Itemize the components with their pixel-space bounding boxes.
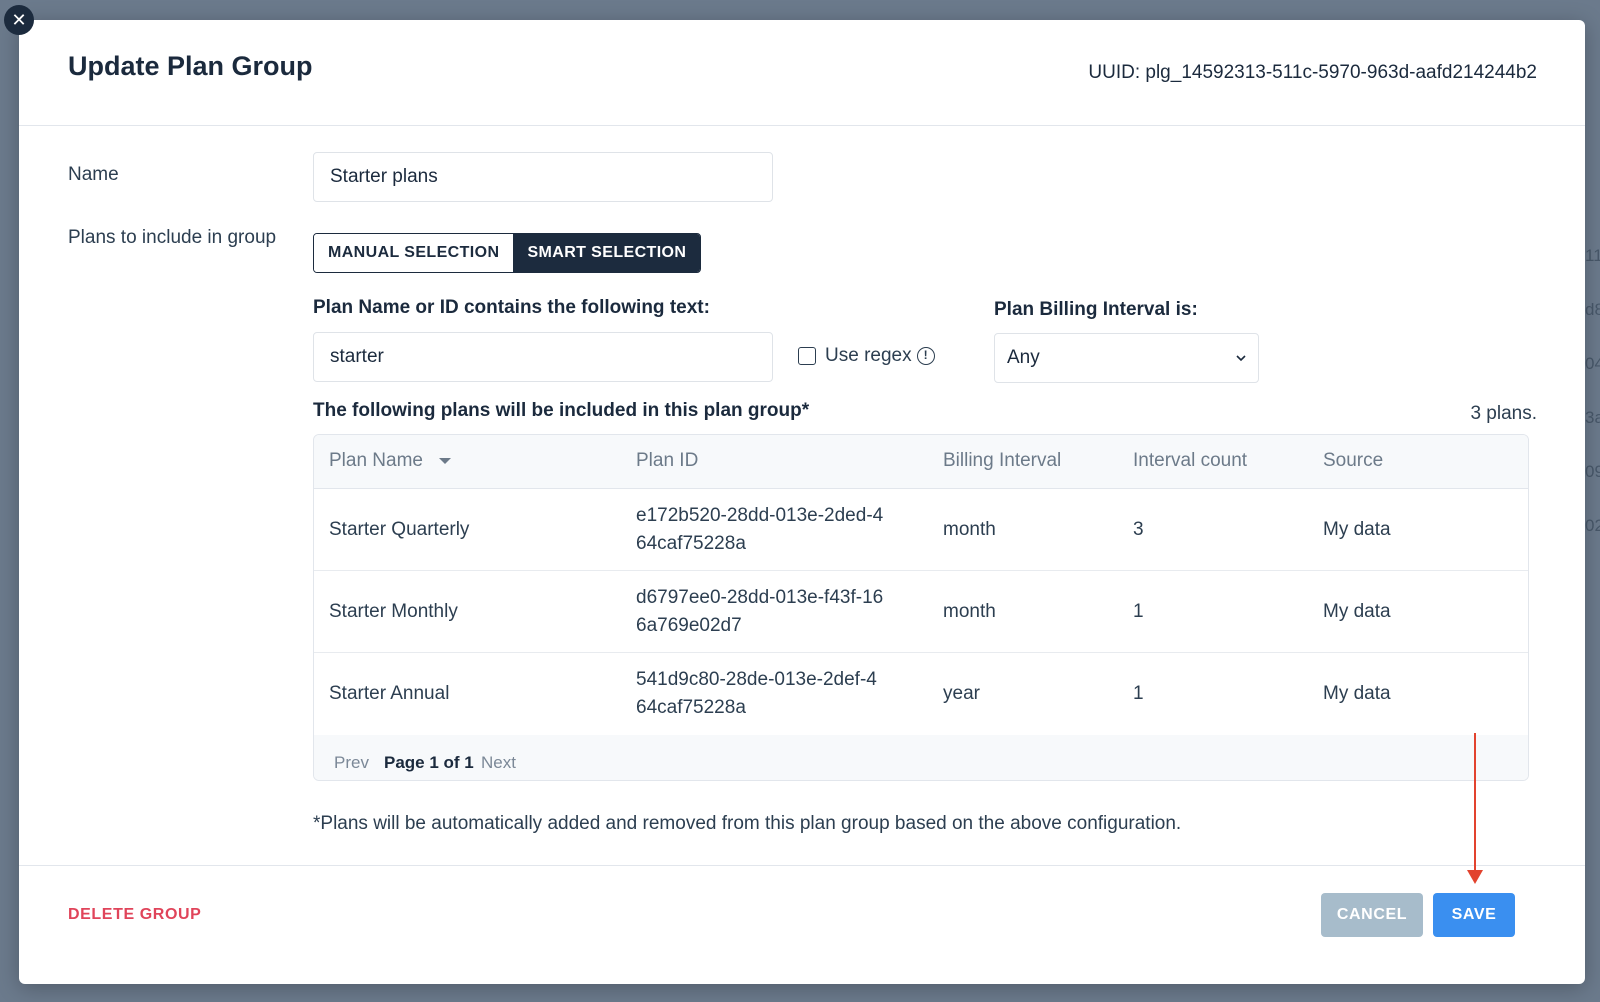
save-button[interactable]: SAVE xyxy=(1433,893,1515,937)
regex-label: Use regex xyxy=(825,345,912,366)
plans-count: 3 plans. xyxy=(1470,403,1537,424)
plan-name-cell: Starter Annual xyxy=(329,683,450,704)
footer-divider xyxy=(19,865,1585,866)
close-icon[interactable]: ✕ xyxy=(4,5,34,35)
regex-checkbox[interactable] xyxy=(798,347,816,365)
background-text: 3a xyxy=(1585,408,1600,427)
prev-page-button[interactable]: Prev xyxy=(334,753,369,773)
interval-filter-label: Plan Billing Interval is: xyxy=(994,299,1198,320)
billing-interval-cell: year xyxy=(943,683,980,704)
column-header-interval-count: Interval count xyxy=(1133,450,1248,471)
name-label: Name xyxy=(68,164,119,185)
background-text: d8 xyxy=(1585,300,1600,319)
plan-id-cell: d6797ee0-28dd-013e-f43f-166a769e02d7 xyxy=(636,586,884,636)
table-header: Plan Name Plan ID Billing Interval Inter… xyxy=(314,435,1528,489)
table-row: Starter Annual 541d9c80-28de-013e-2def-4… xyxy=(314,653,1528,735)
next-page-button[interactable]: Next xyxy=(481,753,516,773)
text-filter-label: Plan Name or ID contains the following t… xyxy=(313,297,710,318)
plan-name-cell: Starter Monthly xyxy=(329,600,458,622)
smart-selection-button[interactable]: SMART SELECTION xyxy=(513,234,701,272)
info-icon[interactable]: ! xyxy=(916,347,935,365)
background-text: 02 xyxy=(1585,516,1600,535)
table-row: Starter Quarterly e172b520-28dd-013e-2de… xyxy=(314,489,1528,571)
modal-header: Update Plan Group UUID: plg_14592313-511… xyxy=(19,20,1585,126)
plan-id-cell: e172b520-28dd-013e-2ded-464caf75228a xyxy=(636,504,884,554)
name-input[interactable] xyxy=(313,152,773,202)
annotation-arrow xyxy=(1474,733,1476,873)
pagination: Prev Page 1 of 1 Next xyxy=(314,735,1528,780)
plan-name-cell: Starter Quarterly xyxy=(329,518,470,540)
interval-count-cell: 3 xyxy=(1133,518,1144,540)
billing-interval-cell: month xyxy=(943,600,996,622)
background-text: 11 xyxy=(1585,246,1600,265)
plan-id-cell: 541d9c80-28de-013e-2def-464caf75228a xyxy=(636,669,877,718)
footnote: *Plans will be automatically added and r… xyxy=(313,813,1182,834)
interval-select-value: Any xyxy=(1007,347,1040,368)
modal-title: Update Plan Group xyxy=(68,51,313,81)
billing-interval-cell: month xyxy=(943,518,996,540)
interval-count-cell: 1 xyxy=(1133,683,1144,704)
results-heading: The following plans will be included in … xyxy=(313,400,810,421)
sort-desc-icon[interactable] xyxy=(439,457,451,464)
plans-label: Plans to include in group xyxy=(68,227,277,248)
background-text: 09 xyxy=(1585,462,1600,481)
source-cell: My data xyxy=(1323,518,1391,540)
uuid-label: UUID: plg_14592313-511c-5970-963d-aafd21… xyxy=(1088,62,1537,83)
annotation-arrow-head xyxy=(1467,870,1483,884)
delete-group-button[interactable]: DELETE GROUP xyxy=(68,906,201,924)
plans-table: Plan Name Plan ID Billing Interval Inter… xyxy=(313,434,1529,781)
column-header-plan-id: Plan ID xyxy=(636,450,699,471)
manual-selection-button[interactable]: MANUAL SELECTION xyxy=(314,234,514,272)
chevron-down-icon xyxy=(1236,355,1246,362)
column-header-billing-interval: Billing Interval xyxy=(943,450,1062,471)
column-header-plan-name[interactable]: Plan Name xyxy=(329,450,451,472)
interval-count-cell: 1 xyxy=(1133,600,1144,622)
text-filter-input[interactable] xyxy=(313,332,773,382)
update-plan-group-modal: Update Plan Group UUID: plg_14592313-511… xyxy=(19,20,1585,984)
background-text: 04 xyxy=(1585,354,1600,373)
page-indicator: Page 1 of 1 xyxy=(384,753,474,772)
interval-select[interactable]: Any xyxy=(994,333,1259,383)
source-cell: My data xyxy=(1323,683,1391,704)
cancel-button[interactable]: CANCEL xyxy=(1321,893,1423,937)
table-row: Starter Monthly d6797ee0-28dd-013e-f43f-… xyxy=(314,571,1528,653)
regex-option: Use regex ! xyxy=(798,345,935,367)
selection-mode-toggle: MANUAL SELECTION SMART SELECTION xyxy=(313,233,702,273)
source-cell: My data xyxy=(1323,600,1391,622)
column-header-source: Source xyxy=(1323,450,1384,471)
